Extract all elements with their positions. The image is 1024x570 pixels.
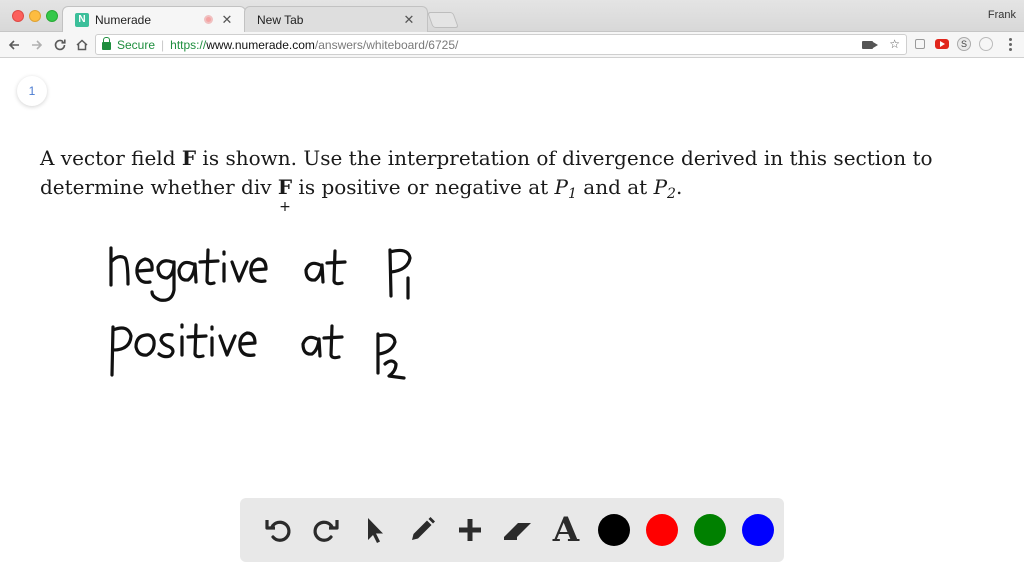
handwriting-line-1 [109,246,412,302]
color-red-button[interactable] [638,506,686,554]
color-black-button[interactable] [590,506,638,554]
eraser-button[interactable] [494,506,542,554]
plus-icon [459,519,481,541]
color-swatch-blue [742,514,774,546]
redo-icon [313,520,339,542]
color-swatch-black [598,514,630,546]
pointer-button[interactable] [350,506,398,554]
undo-button[interactable] [254,506,302,554]
eraser-icon [504,523,531,540]
color-swatch-red [646,514,678,546]
color-blue-button[interactable] [734,506,782,554]
text-icon: A [552,510,580,550]
text-tool-button[interactable]: A [542,506,590,554]
handwriting-canvas [109,246,412,380]
redo-button[interactable] [302,506,350,554]
pencil-button[interactable] [398,506,446,554]
pencil-icon [412,517,435,540]
pointer-icon [368,518,383,543]
drawing-toolbar: A [240,498,784,562]
undo-icon [265,520,291,542]
color-green-button[interactable] [686,506,734,554]
color-swatch-green [694,514,726,546]
handwriting-line-2 [110,323,406,380]
add-button[interactable] [446,506,494,554]
